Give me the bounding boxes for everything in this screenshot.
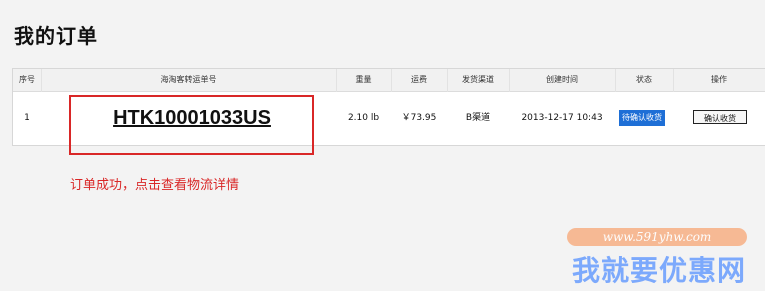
header-action: 操作 xyxy=(711,75,727,84)
header-tracking-no: 海淘客转运单号 xyxy=(160,75,217,84)
status-badge: 待确认收货 xyxy=(619,110,665,126)
header-created-time: 创建时间 xyxy=(546,75,578,84)
watermark-url: www.591yhw.com xyxy=(567,228,747,246)
row-weight: 2.10 lb xyxy=(347,113,380,123)
tracking-highlight-box xyxy=(69,95,314,155)
row-created-time: 2013-12-17 10:43 xyxy=(521,113,603,123)
table-header: 序号 海淘客转运单号 重量 运费 发货渠道 创建时间 状态 操作 xyxy=(13,69,765,92)
header-channel: 发货渠道 xyxy=(462,75,494,84)
header-index: 序号 xyxy=(19,75,35,84)
confirm-receipt-button[interactable]: 确认收货 xyxy=(693,110,747,124)
annotation-note: 订单成功，点击查看物流详情 xyxy=(70,178,240,193)
header-weight: 重量 xyxy=(355,75,372,84)
watermark-logo: 我就要优惠网 xyxy=(571,254,746,287)
header-shipping-fee: 运费 xyxy=(411,75,427,84)
page-title: 我的订单 xyxy=(14,24,98,48)
row-channel: B渠道 xyxy=(465,113,491,123)
row-shipping-fee: ￥73.95 xyxy=(401,113,437,123)
header-status: 状态 xyxy=(636,75,652,84)
row-index: 1 xyxy=(24,113,30,123)
